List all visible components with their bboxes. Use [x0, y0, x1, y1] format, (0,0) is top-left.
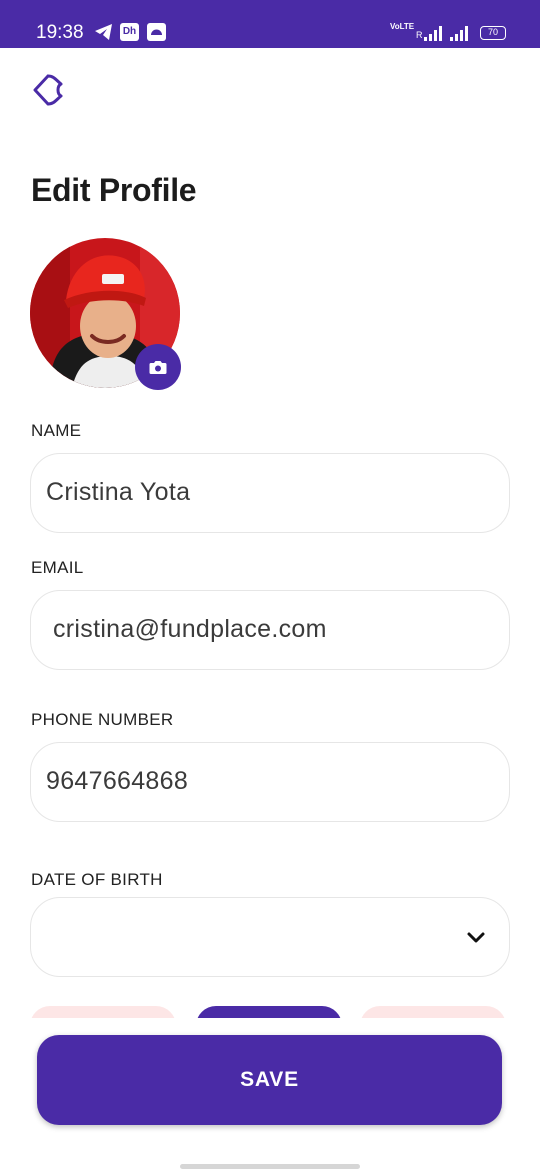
phone-field[interactable]: 9647664868: [30, 742, 510, 822]
dob-select[interactable]: [30, 897, 510, 977]
phone-value: 9647664868: [46, 767, 189, 795]
battery-icon: 70: [480, 26, 506, 40]
android-icon: [147, 23, 166, 41]
volte-icon: VoLTE: [390, 22, 415, 31]
signal-icon-secondary: [450, 26, 468, 41]
back-button[interactable]: [28, 70, 68, 110]
status-bar: 19:38 Dh VoLTE R 70: [0, 0, 540, 48]
email-field[interactable]: cristina@fundplace.com: [30, 590, 510, 670]
phone-label: PHONE NUMBER: [31, 710, 174, 729]
home-indicator: [180, 1164, 360, 1169]
chevron-down-icon: [467, 932, 485, 943]
name-value: Cristina Yota: [46, 478, 191, 506]
change-photo-button[interactable]: [135, 344, 181, 390]
name-label: NAME: [31, 421, 82, 440]
email-value: cristina@fundplace.com: [53, 615, 327, 643]
name-field[interactable]: Cristina Yota: [30, 453, 510, 533]
telegram-icon: [95, 24, 112, 40]
save-button[interactable]: SAVE: [37, 1035, 502, 1125]
page-title: Edit Profile: [31, 172, 197, 208]
camera-icon: [149, 360, 167, 374]
roaming-indicator: R: [416, 30, 423, 40]
app-badge-icon: Dh: [120, 23, 139, 41]
email-label: EMAIL: [31, 558, 84, 577]
status-time: 19:38: [36, 22, 84, 43]
dob-label: DATE OF BIRTH: [31, 870, 163, 889]
signal-icon: [424, 26, 442, 41]
